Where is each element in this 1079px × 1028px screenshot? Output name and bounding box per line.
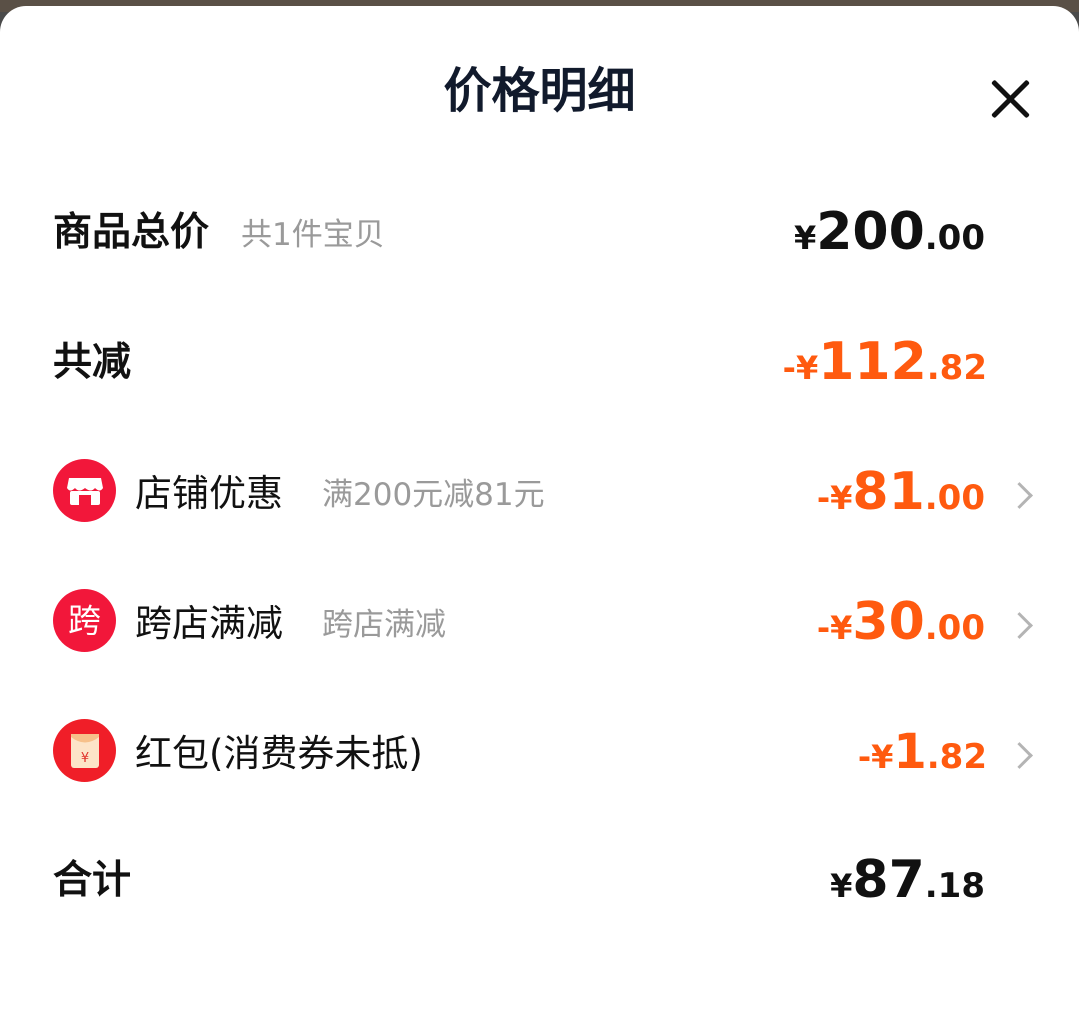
discount-row-store[interactable]: 店铺优惠 满200元减81元 -¥81.00 — [0, 456, 1079, 536]
discount-amount: -¥30.00 — [816, 592, 985, 652]
grand-total-label: 合计 — [53, 858, 132, 903]
discount-row-red-packet[interactable]: ¥ 红包(消费券未抵) -¥1.82 — [0, 716, 1079, 796]
svg-text:¥: ¥ — [80, 751, 88, 766]
discount-label: 红包(消费券未抵) — [135, 732, 423, 775]
price-detail-sheet: 价格明细 商品总价 共1件宝贝 ¥200.00 共减 -¥112.82 店铺优惠… — [0, 6, 1079, 1028]
discount-label: 店铺优惠 — [135, 472, 283, 515]
cross-store-icon: 跨 — [53, 589, 116, 652]
discount-sub: 跨店满减 — [322, 607, 446, 643]
discount-label: 跨店满减 — [135, 602, 283, 645]
store-icon — [53, 459, 116, 522]
goods-total-amount: ¥200.00 — [793, 202, 985, 262]
discount-sub: 满200元减81元 — [322, 477, 545, 513]
chevron-right-icon[interactable] — [1006, 482, 1033, 509]
sheet-title: 价格明细 — [443, 63, 636, 119]
goods-count: 共1件宝贝 — [241, 217, 385, 253]
total-reduce-amount: -¥112.82 — [782, 332, 987, 392]
goods-total-label: 商品总价 — [53, 210, 210, 255]
discount-row-cross-store[interactable]: 跨 跨店满减 跨店满减 -¥30.00 — [0, 586, 1079, 666]
discount-amount: -¥1.82 — [857, 724, 987, 780]
red-packet-icon: ¥ — [53, 719, 116, 782]
chevron-right-icon[interactable] — [1006, 612, 1033, 639]
discount-amount: -¥81.00 — [816, 462, 985, 522]
total-reduce-label: 共减 — [53, 340, 132, 385]
chevron-right-icon[interactable] — [1006, 742, 1033, 769]
grand-total-amount: ¥87.18 — [830, 850, 985, 910]
close-icon[interactable] — [988, 76, 1034, 122]
